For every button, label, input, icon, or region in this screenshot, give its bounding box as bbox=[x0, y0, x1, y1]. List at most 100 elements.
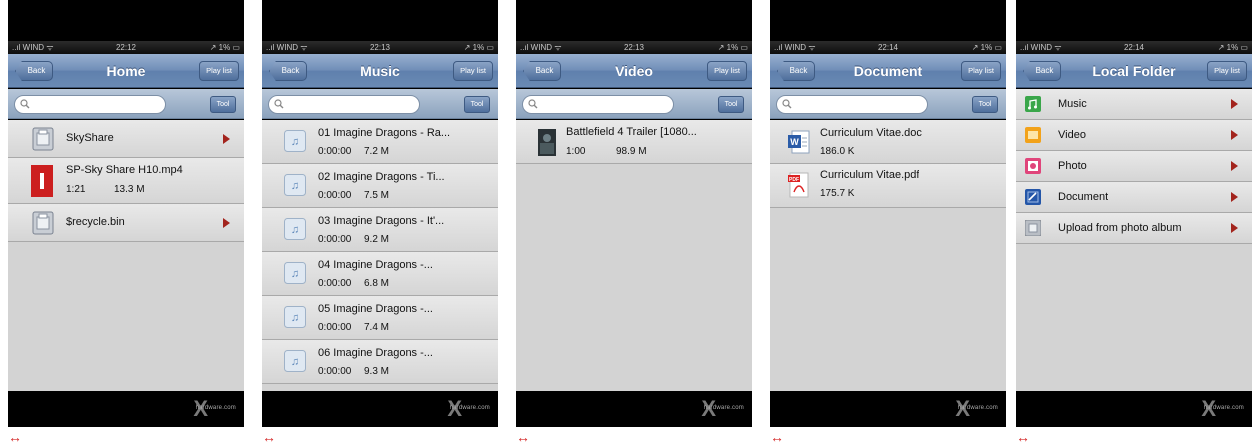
pdf-document-icon: PDF bbox=[788, 172, 809, 198]
chevron-right-icon bbox=[223, 218, 230, 228]
bottom-bar: X hardware.com bbox=[770, 391, 1006, 427]
item-size: 175.7 K bbox=[820, 188, 855, 199]
battery-indicator: ↗ 1% ▭ bbox=[463, 43, 494, 52]
list-item-document[interactable]: Document bbox=[1016, 182, 1252, 213]
watermark-text: hardware.com bbox=[449, 405, 490, 411]
nav-bar: Back Document Play list bbox=[770, 54, 1006, 88]
document-list: W Curriculum Vitae.doc 186.0 K PDF Curri… bbox=[770, 120, 1006, 391]
item-size: 186.0 K bbox=[820, 146, 855, 157]
item-duration: 0:00:00 bbox=[318, 146, 352, 157]
battery-indicator: ↗ 1% ▭ bbox=[717, 43, 748, 52]
clock: 22:14 bbox=[1123, 43, 1145, 52]
search-input[interactable] bbox=[776, 95, 928, 114]
back-button[interactable]: Back bbox=[269, 61, 307, 81]
chevron-right-icon bbox=[1231, 130, 1238, 140]
music-folder-icon bbox=[1025, 96, 1041, 112]
item-name: Photo bbox=[1058, 160, 1087, 172]
list-item[interactable]: ♫ 04 Imagine Dragons -... 0:00:00 6.8 M bbox=[262, 252, 498, 296]
play-list-button[interactable]: Play list bbox=[453, 61, 493, 81]
chevron-right-icon bbox=[223, 134, 230, 144]
list-item-upload[interactable]: Upload from photo album bbox=[1016, 213, 1252, 244]
list-item[interactable]: ♫ 05 Imagine Dragons -... 0:00:00 7.4 M bbox=[262, 296, 498, 340]
music-list: ♫ 01 Imagine Dragons - Ra... 0:00:00 7.2… bbox=[262, 120, 498, 391]
clock: 22:13 bbox=[369, 43, 391, 52]
item-name: 04 Imagine Dragons -... bbox=[318, 259, 433, 271]
list-item[interactable]: SkyShare bbox=[8, 120, 244, 158]
phone-document: ..ıl WIND ᯤ 22:14 ↗ 1% ▭ Back Document P… bbox=[770, 0, 1006, 446]
item-name: Curriculum Vitae.pdf bbox=[820, 169, 920, 181]
list-item[interactable]: W Curriculum Vitae.doc 186.0 K bbox=[770, 120, 1006, 164]
tool-button[interactable]: Tool bbox=[464, 96, 490, 113]
back-button[interactable]: Back bbox=[523, 61, 561, 81]
folder-icon bbox=[32, 127, 54, 151]
item-name: 06 Imagine Dragons -... bbox=[318, 347, 433, 359]
video-folder-icon bbox=[1025, 127, 1041, 143]
list-item[interactable]: ♫ 06 Imagine Dragons -... 0:00:00 9.3 M bbox=[262, 340, 498, 384]
phone-screen: ..ıl WIND ᯤ 22:13 ↗ 1% ▭ Back Music Play… bbox=[262, 0, 498, 427]
item-duration: 0:00:00 bbox=[318, 190, 352, 201]
phone-video: ..ıl WIND ᯤ 22:13 ↗ 1% ▭ Back Video Play… bbox=[516, 0, 752, 446]
watermark-text: hardware.com bbox=[703, 405, 744, 411]
item-name: $recycle.bin bbox=[66, 216, 125, 228]
watermark-text: hardware.com bbox=[195, 405, 236, 411]
expand-icon[interactable]: ↔ bbox=[262, 428, 276, 446]
back-button[interactable]: Back bbox=[777, 61, 815, 81]
svg-text:♫: ♫ bbox=[291, 136, 299, 148]
tool-button[interactable]: Tool bbox=[972, 96, 998, 113]
item-duration: 1:00 bbox=[566, 146, 586, 157]
search-input[interactable] bbox=[522, 95, 674, 114]
svg-text:PDF: PDF bbox=[789, 177, 799, 183]
list-item-photo[interactable]: Photo bbox=[1016, 151, 1252, 182]
item-name: 05 Imagine Dragons -... bbox=[318, 303, 433, 315]
nav-bar: Back Local Folder Play list bbox=[1016, 54, 1252, 88]
search-input[interactable] bbox=[268, 95, 420, 114]
play-list-button[interactable]: Play list bbox=[707, 61, 747, 81]
svg-text:♫: ♫ bbox=[291, 224, 299, 236]
watermark-logo: X hardware.com bbox=[447, 396, 490, 421]
item-size: 9.2 M bbox=[364, 234, 390, 245]
page-title: Video bbox=[615, 63, 653, 79]
list-item-video[interactable]: Video bbox=[1016, 120, 1252, 151]
phone-screen: ..ıl WIND ᯤ 22:13 ↗ 1% ▭ Back Video Play… bbox=[516, 0, 752, 427]
list-item[interactable]: ♫ 03 Imagine Dragons - It'... 0:00:00 9.… bbox=[262, 208, 498, 252]
back-button[interactable]: Back bbox=[15, 61, 53, 81]
item-name: 03 Imagine Dragons - It'... bbox=[318, 215, 445, 227]
chevron-right-icon bbox=[1231, 99, 1238, 109]
back-button[interactable]: Back bbox=[1023, 61, 1061, 81]
clock: 22:14 bbox=[877, 43, 899, 52]
item-name: Document bbox=[1058, 191, 1109, 203]
search-bar: Tool bbox=[770, 89, 1006, 119]
document-folder-icon bbox=[1025, 189, 1041, 205]
list-item-music[interactable]: Music bbox=[1016, 89, 1252, 120]
tool-button[interactable]: Tool bbox=[718, 96, 744, 113]
expand-icon[interactable]: ↔ bbox=[8, 428, 22, 446]
search-bar: Tool bbox=[262, 89, 498, 119]
item-size: 13.3 M bbox=[114, 184, 145, 195]
nav-bar: Back Music Play list bbox=[262, 54, 498, 88]
expand-icon[interactable]: ↔ bbox=[1016, 428, 1030, 446]
item-name: Upload from photo album bbox=[1058, 222, 1182, 234]
status-bar: ..ıl WIND ᯤ 22:13 ↗ 1% ▭ bbox=[262, 41, 498, 54]
item-size: 7.4 M bbox=[364, 322, 390, 333]
list-item[interactable]: Battlefield 4 Trailer [1080... 1:00 98.9… bbox=[516, 120, 752, 164]
list-item[interactable]: SP-Sky Share H10.mp4 1:21 13.3 M bbox=[8, 158, 244, 204]
video-thumbnail-icon bbox=[538, 129, 556, 156]
search-bar: Tool bbox=[8, 89, 244, 119]
play-list-button[interactable]: Play list bbox=[199, 61, 239, 81]
search-input[interactable] bbox=[14, 95, 166, 114]
expand-icon[interactable]: ↔ bbox=[516, 428, 530, 446]
tool-button[interactable]: Tool bbox=[210, 96, 236, 113]
expand-icon[interactable]: ↔ bbox=[770, 428, 784, 446]
watermark-logo: X hardware.com bbox=[1201, 396, 1244, 421]
item-name: 02 Imagine Dragons - Ti... bbox=[318, 171, 445, 183]
music-note-icon: ♫ bbox=[284, 262, 306, 284]
list-item[interactable]: PDF Curriculum Vitae.pdf 175.7 K bbox=[770, 164, 1006, 208]
play-list-button[interactable]: Play list bbox=[1207, 61, 1247, 81]
battery-indicator: ↗ 1% ▭ bbox=[971, 43, 1002, 52]
play-list-button[interactable]: Play list bbox=[961, 61, 1001, 81]
watermark-text: hardware.com bbox=[957, 405, 998, 411]
list-item[interactable]: ♫ 01 Imagine Dragons - Ra... 0:00:00 7.2… bbox=[262, 120, 498, 164]
svg-text:♫: ♫ bbox=[291, 268, 299, 280]
list-item[interactable]: $recycle.bin bbox=[8, 204, 244, 242]
list-item[interactable]: ♫ 02 Imagine Dragons - Ti... 0:00:00 7.5… bbox=[262, 164, 498, 208]
